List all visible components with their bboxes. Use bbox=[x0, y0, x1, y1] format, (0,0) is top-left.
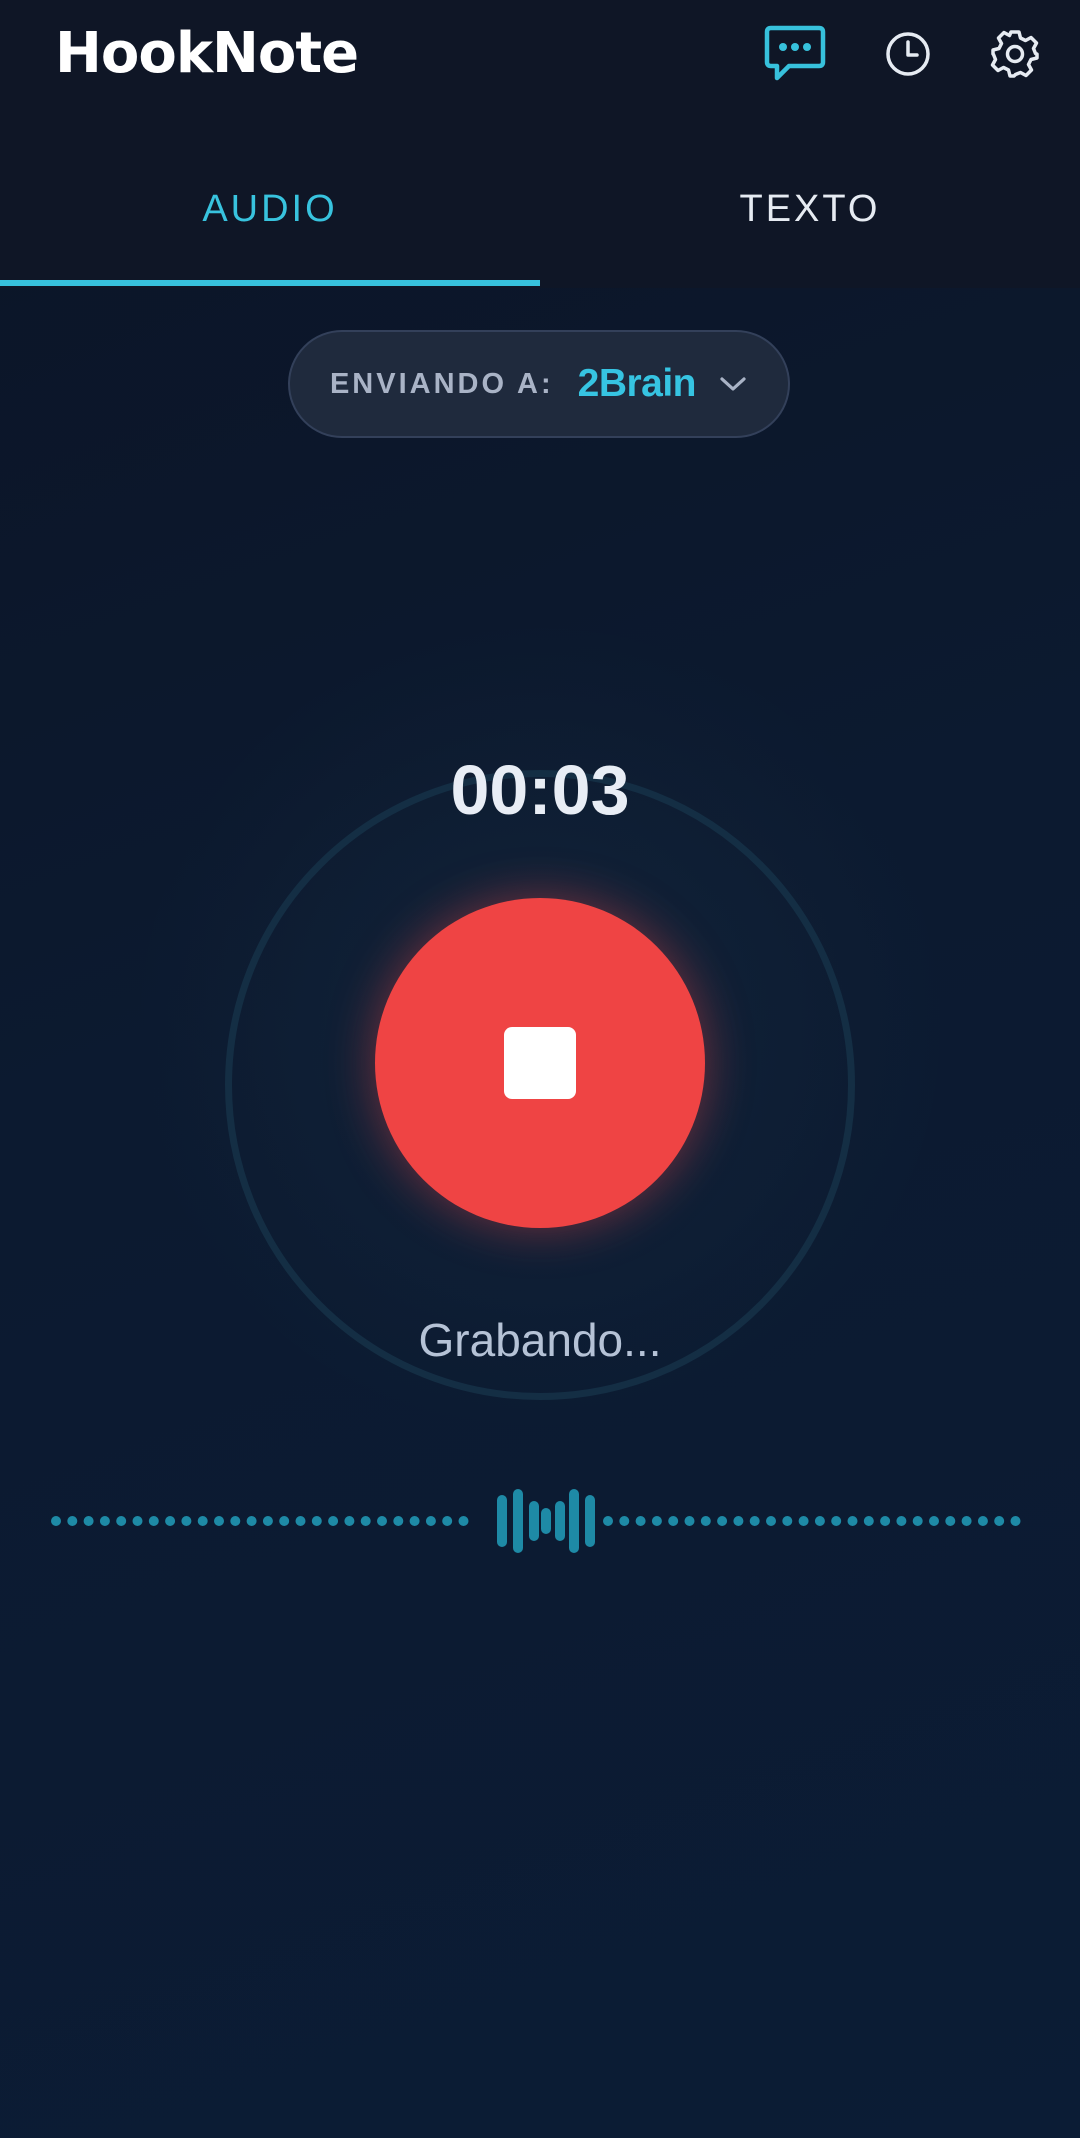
waveform-dot bbox=[798, 1516, 809, 1526]
waveform-dot bbox=[51, 1516, 61, 1526]
waveform-bar bbox=[529, 1501, 539, 1541]
waveform-dot bbox=[230, 1516, 241, 1526]
waveform-bar bbox=[569, 1489, 579, 1553]
waveform-dot bbox=[295, 1516, 306, 1526]
waveform-bar bbox=[497, 1495, 507, 1547]
waveform-dot bbox=[328, 1516, 339, 1526]
waveform-dot bbox=[409, 1516, 420, 1526]
settings-button[interactable] bbox=[975, 14, 1055, 94]
waveform-dot bbox=[1010, 1516, 1021, 1526]
waveform-dot bbox=[214, 1516, 224, 1526]
chat-icon bbox=[764, 25, 826, 81]
waveform-dot bbox=[67, 1516, 78, 1526]
mode-tabs: AUDIO TEXTO bbox=[0, 140, 1080, 288]
waveform-dot bbox=[246, 1516, 257, 1526]
waveform-dot bbox=[360, 1516, 371, 1526]
waveform-dot bbox=[945, 1516, 956, 1526]
recording-timer: 00:03 bbox=[450, 751, 630, 829]
waveform-dot bbox=[912, 1516, 923, 1526]
waveform-dot bbox=[977, 1516, 988, 1526]
waveform-dot bbox=[619, 1516, 630, 1526]
waveform-dot bbox=[132, 1516, 143, 1526]
waveform-dot bbox=[377, 1516, 387, 1526]
waveform-dot bbox=[733, 1516, 744, 1526]
destination-selector[interactable]: ENVIANDO A: 2Brain bbox=[288, 330, 790, 438]
waveform-dot bbox=[116, 1516, 127, 1526]
recorder-screen: HookNote AUDIO TEXTO ENVIANDO A: 2Brain … bbox=[0, 0, 1080, 2138]
audio-waveform bbox=[40, 1480, 1040, 1560]
gear-icon bbox=[990, 30, 1039, 78]
waveform-dot bbox=[165, 1516, 176, 1526]
waveform-dot bbox=[99, 1516, 110, 1526]
waveform-dot bbox=[896, 1516, 907, 1526]
waveform-dot bbox=[961, 1516, 972, 1526]
tab-texto[interactable]: TEXTO bbox=[540, 140, 1080, 288]
waveform-dot bbox=[442, 1516, 453, 1526]
chat-button[interactable] bbox=[755, 14, 835, 94]
app-title: HookNote bbox=[55, 21, 359, 86]
tab-texto-label: TEXTO bbox=[739, 188, 881, 230]
waveform-dot bbox=[766, 1516, 776, 1526]
chevron-down-icon bbox=[718, 374, 748, 394]
history-button[interactable] bbox=[868, 14, 948, 94]
destination-value: 2Brain bbox=[577, 362, 697, 405]
waveform-dot bbox=[425, 1516, 436, 1526]
waveform-dot bbox=[668, 1516, 679, 1526]
waveform-dot bbox=[749, 1516, 760, 1526]
waveform-dot bbox=[393, 1516, 404, 1526]
recording-status: Grabando... bbox=[418, 1314, 662, 1366]
waveform-dot bbox=[344, 1516, 355, 1526]
tab-audio-label: AUDIO bbox=[202, 188, 338, 230]
waveform-dot bbox=[994, 1516, 1005, 1526]
destination-label: ENVIANDO A: bbox=[329, 367, 554, 400]
waveform-dot bbox=[831, 1516, 842, 1526]
history-icon bbox=[886, 32, 930, 76]
waveform-dot bbox=[148, 1516, 159, 1526]
waveform-dot bbox=[700, 1516, 711, 1526]
waveform-dot bbox=[311, 1516, 322, 1526]
waveform-dot bbox=[181, 1516, 192, 1526]
waveform-dot bbox=[279, 1516, 290, 1526]
waveform-dot bbox=[929, 1516, 939, 1526]
waveform-dot bbox=[262, 1516, 273, 1526]
waveform-dot bbox=[651, 1516, 662, 1526]
waveform-dot bbox=[717, 1516, 728, 1526]
tab-audio[interactable]: AUDIO bbox=[0, 140, 540, 288]
waveform-dot bbox=[814, 1516, 825, 1526]
waveform-dot bbox=[458, 1516, 469, 1526]
waveform-bar bbox=[555, 1501, 565, 1541]
waveform-dot bbox=[782, 1516, 793, 1526]
waveform-bar bbox=[513, 1489, 523, 1553]
stop-icon[interactable] bbox=[504, 1027, 576, 1099]
waveform-dot bbox=[880, 1516, 891, 1526]
waveform-dot bbox=[684, 1516, 695, 1526]
waveform-bar bbox=[585, 1495, 595, 1547]
waveform-dot bbox=[863, 1516, 874, 1526]
waveform-bar bbox=[541, 1508, 551, 1534]
active-tab-indicator bbox=[0, 280, 540, 286]
waveform-dot bbox=[197, 1516, 208, 1526]
waveform-dot bbox=[847, 1516, 858, 1526]
waveform-dot bbox=[603, 1516, 613, 1526]
waveform-dot bbox=[635, 1516, 646, 1526]
waveform-dot bbox=[83, 1516, 94, 1526]
